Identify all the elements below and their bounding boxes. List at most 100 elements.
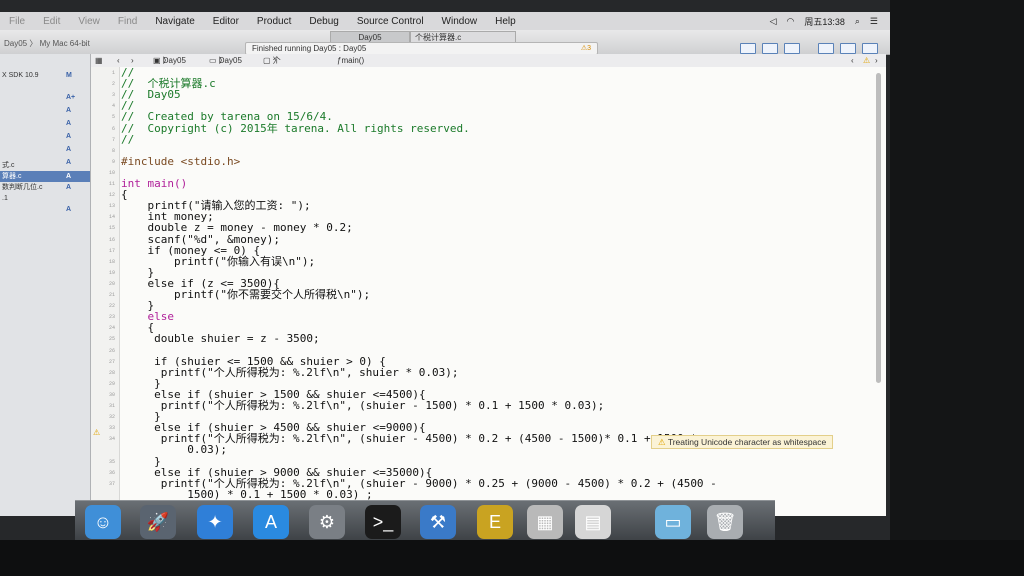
line-number: 35: [108, 458, 115, 465]
line-number: 26: [108, 347, 115, 354]
navigator-row[interactable]: A+: [0, 92, 90, 103]
line-number-gutter[interactable]: 1 2 3 4 5 6 7 8 9 10 11 12 13 14 15 16 17 18 19 20 21 22 23 24 2…: [91, 67, 120, 516]
dock: ☺ 🚀 ✦ A ⚙ >_ ⚒ E ▦ ▤ ▭ 🗑: [75, 500, 775, 543]
code-line[interactable]: printf("你不需要交个人所得税\n");: [121, 289, 370, 301]
xcode-icon[interactable]: ⚒: [420, 505, 456, 539]
navigator-row-label: 算器.c: [2, 173, 22, 180]
search-icon[interactable]: ⌕: [855, 16, 860, 27]
related-items-icon[interactable]: ▦: [95, 54, 103, 67]
utilities-toggle-button[interactable]: [862, 43, 878, 54]
navigator-row-selected[interactable]: 算器.c A: [0, 171, 90, 182]
forward-arrow-icon[interactable]: ›: [131, 54, 134, 67]
inline-warning[interactable]: ⚠ Treating Unicode character as whitespa…: [651, 435, 834, 449]
line-number: 24: [108, 325, 115, 332]
jump-folder[interactable]: ▭ Day05 〉: [209, 54, 242, 67]
source-control-badge: A: [66, 173, 72, 180]
code-line[interactable]: //: [121, 133, 134, 146]
menu-editor[interactable]: Editor: [204, 16, 248, 27]
navigator-row[interactable]: A: [0, 105, 90, 116]
menu-debug[interactable]: Debug: [300, 16, 347, 27]
navigator-row[interactable]: .1: [0, 193, 90, 204]
spreadsheet-icon[interactable]: ▦: [527, 505, 563, 539]
standard-editor-button[interactable]: [740, 43, 756, 54]
navigator-row[interactable]: 数判断几位.c A: [0, 182, 90, 193]
system-preferences-icon[interactable]: ⚙: [309, 505, 345, 539]
menu-edit[interactable]: Edit: [34, 16, 69, 27]
line-number: 18: [108, 258, 115, 265]
tab-file-label: 个税计算器.c: [415, 33, 462, 42]
volume-icon[interactable]: ◁: [770, 16, 777, 27]
code-line[interactable]: printf("个人所得税为: %.2lf\n", shuier * 0.03)…: [121, 366, 459, 379]
line-number: 11: [108, 181, 115, 187]
navigator-row-label: .1: [2, 195, 8, 202]
code-line[interactable]: double shuier = z - 3500;: [121, 333, 320, 345]
back-arrow-icon[interactable]: ‹: [117, 54, 120, 67]
line-number: 14: [108, 214, 115, 221]
issue-warning-icon[interactable]: ⚠: [863, 54, 870, 67]
list-icon[interactable]: ☰: [870, 16, 878, 27]
version-editor-button[interactable]: [784, 43, 800, 54]
source-control-badge: A: [66, 206, 72, 213]
clock[interactable]: 周五13:38: [804, 15, 845, 28]
menu-navigate[interactable]: Navigate: [146, 16, 203, 27]
navigator-row[interactable]: A: [0, 144, 90, 155]
assistant-editor-button[interactable]: [762, 43, 778, 54]
line-number: 31: [108, 403, 115, 409]
code-line[interactable]: int main(): [121, 178, 187, 190]
source-control-badge: A: [66, 184, 72, 191]
warning-count-badge[interactable]: ⚠3: [581, 43, 591, 54]
app-store-icon[interactable]: A: [253, 505, 289, 539]
folder-icon[interactable]: ▭: [655, 505, 691, 539]
finder-icon[interactable]: ☺: [85, 505, 121, 539]
wifi-icon[interactable]: ◠: [786, 16, 794, 27]
navigator-row-label: 式.c: [2, 162, 15, 169]
safari-icon[interactable]: ✦: [197, 505, 233, 539]
warning-icon: ⚠: [658, 437, 668, 447]
terminal-icon[interactable]: >_: [365, 505, 401, 539]
source-control-badge: A: [66, 107, 72, 114]
screen: File Edit View Find Navigate Editor Prod…: [0, 0, 1024, 576]
navigator-row[interactable]: A: [0, 118, 90, 129]
navigator-row[interactable]: X SDK 10.9 M: [0, 70, 90, 81]
jump-project[interactable]: ▣ Day05 〉: [153, 54, 186, 67]
navigator-row[interactable]: 式.c: [0, 160, 90, 171]
menu-bar: File Edit View Find Navigate Editor Prod…: [0, 12, 890, 30]
jump-function[interactable]: ƒ main(): [337, 54, 364, 67]
line-number: 3: [111, 92, 115, 99]
issue-nav-next-icon[interactable]: ›: [875, 54, 878, 67]
navigator-row[interactable]: A: [0, 204, 90, 215]
menu-find[interactable]: Find: [109, 16, 146, 27]
menu-file[interactable]: File: [0, 16, 34, 27]
source-editor[interactable]: 1 2 3 4 5 6 7 8 9 10 11 12 13 14 15 16 17 18 19 20 21 22 23 24 2…: [91, 67, 886, 516]
line-number: 7: [111, 136, 115, 143]
code-line[interactable]: printf("个人所得税为: %.2lf\n", (shuier - 1500…: [121, 400, 605, 412]
line-number: 36: [108, 469, 115, 476]
line-number: 13: [108, 203, 115, 210]
debug-area-toggle-button[interactable]: [840, 43, 856, 54]
code-line[interactable]: // Copyright (c) 2015年 tarena. All right…: [121, 122, 470, 135]
editor-app-icon[interactable]: E: [477, 505, 513, 539]
gutter-warning-icon[interactable]: ⚠: [93, 428, 100, 437]
navigator-row[interactable]: A: [0, 131, 90, 142]
trash-icon[interactable]: 🗑: [707, 505, 743, 539]
menu-source-control[interactable]: Source Control: [348, 16, 433, 27]
line-number: 27: [108, 358, 115, 365]
vertical-scrollbar[interactable]: [876, 73, 881, 383]
source-control-badge: A: [66, 146, 72, 153]
line-number: 19: [108, 269, 115, 276]
menu-help[interactable]: Help: [486, 16, 525, 27]
warning-count: 3: [587, 45, 591, 52]
menu-product[interactable]: Product: [248, 16, 300, 27]
jump-file[interactable]: ▢ 个税计算器.c 〉: [263, 54, 287, 117]
issue-nav-prev-icon[interactable]: ‹: [851, 54, 854, 67]
launchpad-icon[interactable]: 🚀: [140, 505, 176, 539]
scheme-selector[interactable]: Day05 〉 My Mac 64-bit: [4, 38, 90, 49]
menu-view[interactable]: View: [69, 16, 109, 27]
menu-window[interactable]: Window: [433, 16, 487, 27]
navigator-toggle-button[interactable]: [818, 43, 834, 54]
preview-icon[interactable]: ▤: [575, 505, 611, 539]
code-line[interactable]: #include <stdio.h>: [121, 155, 240, 168]
monitor-bezel: [0, 540, 1024, 576]
source-control-badge: A: [66, 133, 72, 140]
jump-folder-label: Day05: [218, 56, 242, 65]
